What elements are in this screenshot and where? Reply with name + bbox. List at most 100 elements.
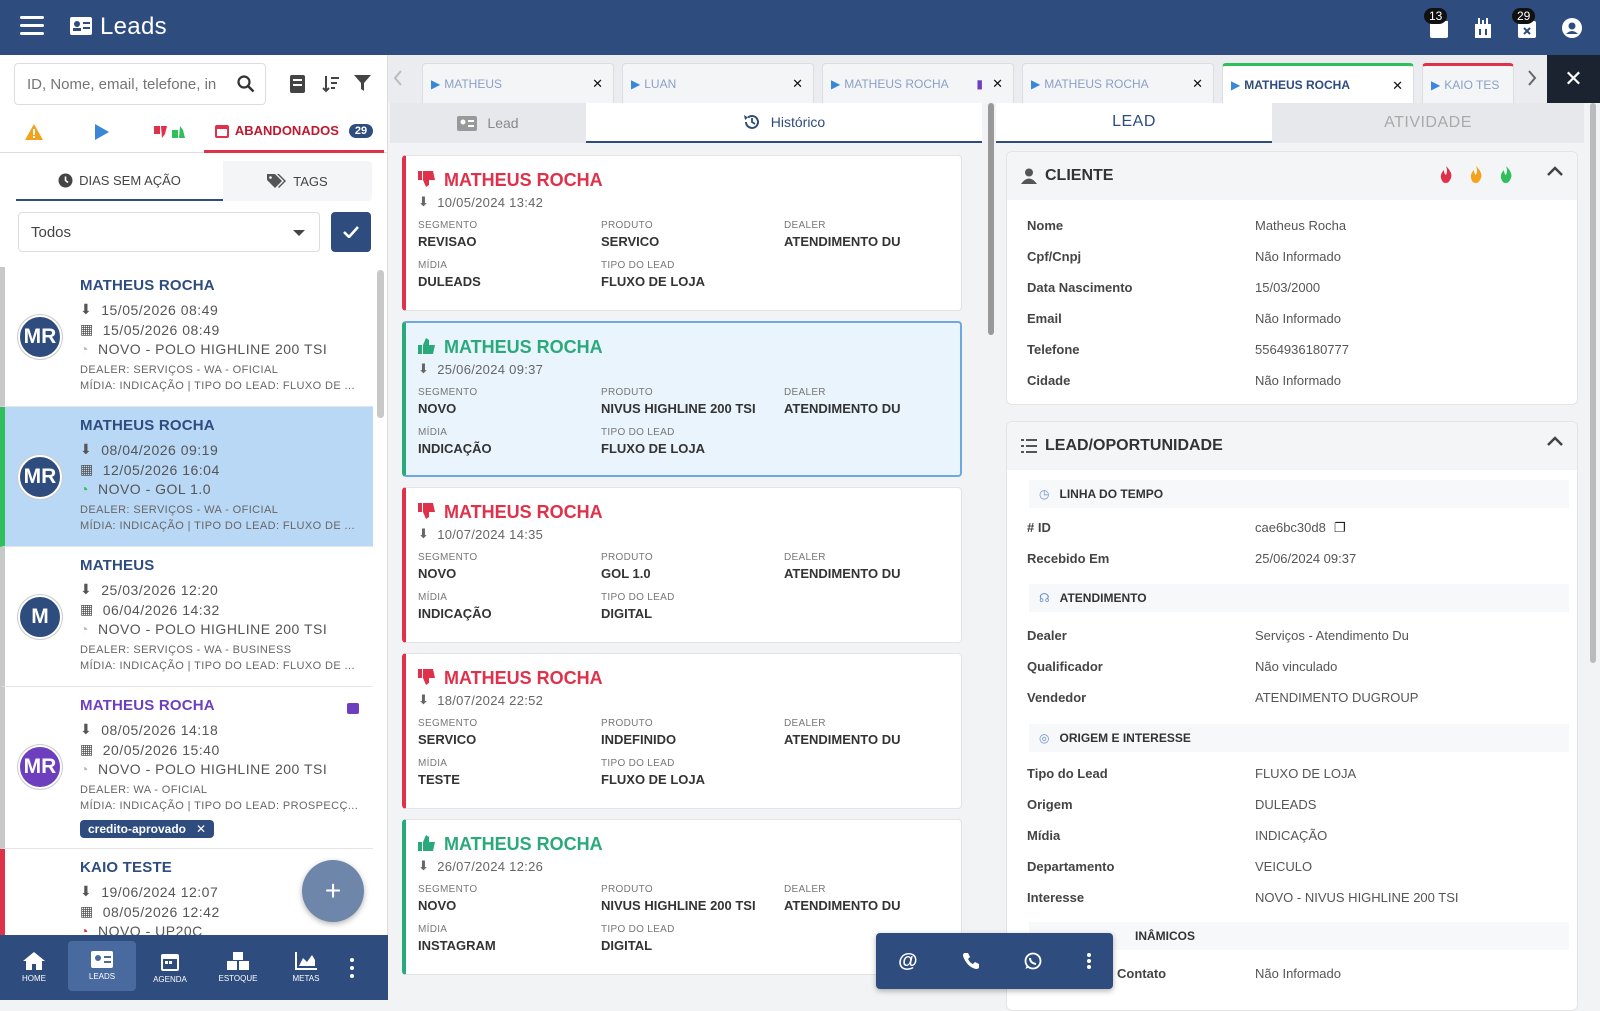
history-card-selected[interactable]: MATHEUS ROCHA ⬇ 25/06/2024 09:37 SEGMENTO…: [402, 321, 962, 477]
tab-lead-detail[interactable]: LEAD: [996, 103, 1272, 143]
nav-home[interactable]: HOME: [0, 935, 68, 1000]
tab-days-without-action[interactable]: DIAS SEM AÇÃO: [16, 161, 223, 201]
copy-icon[interactable]: ❐: [1334, 520, 1346, 536]
chevron-up-icon[interactable]: [1547, 436, 1563, 446]
more-vertical-icon[interactable]: [1086, 953, 1091, 969]
apply-filter-button[interactable]: [331, 212, 371, 252]
close-all-tabs-button[interactable]: ✕: [1547, 55, 1600, 103]
tab-lead-matheus[interactable]: ▶ MATHEUS ✕: [422, 63, 614, 103]
calendar-button[interactable]: 13: [1424, 8, 1448, 38]
segment-label: SEGMENTO: [418, 718, 478, 729]
close-tab-icon[interactable]: ✕: [792, 76, 803, 92]
lead-dealer: DEALER: SERVIÇOS - WA - OFICIAL: [80, 504, 279, 516]
origin-key: Mídia: [1027, 828, 1061, 843]
close-tab-icon[interactable]: ✕: [1192, 76, 1203, 92]
origin-key: Interesse: [1027, 890, 1085, 905]
history-card[interactable]: MATHEUS ROCHA ⬇ 18/07/2024 22:52 SEGMENTO…: [402, 653, 962, 809]
origin-key: Departamento: [1027, 859, 1115, 874]
tab-history[interactable]: Histórico: [586, 103, 982, 143]
midia-value: INSTAGRAM: [418, 938, 496, 953]
closed-calendar-button[interactable]: 29: [1512, 8, 1536, 38]
client-section-header[interactable]: CLIENTE: [1007, 152, 1577, 200]
sort-icon[interactable]: [322, 75, 340, 93]
middle-tabs: Lead Histórico: [390, 103, 982, 143]
tab-thumbs[interactable]: [136, 111, 204, 153]
lead-card[interactable]: M MATHEUS ⬇ 25/03/2026 12:20 ▦ 06/04/2026 …: [0, 547, 373, 687]
tab-lead-matheus-rocha-2[interactable]: ▶ MATHEUS ROCHA ✕: [1022, 63, 1214, 103]
tab-lead-matheus-rocha-1[interactable]: ▶ MATHEUS ROCHA ▮ ✕: [822, 63, 1014, 103]
history-card[interactable]: MATHEUS ROCHA ⬇ 10/07/2024 14:35 SEGMENTO…: [402, 487, 962, 643]
report-icon[interactable]: [290, 75, 305, 93]
detail-scrollbar[interactable]: [1590, 103, 1596, 663]
close-tab-icon[interactable]: ✕: [992, 76, 1003, 92]
days-filter-select[interactable]: Todos: [18, 212, 320, 252]
tab-abandoned[interactable]: ABANDONADOS 29: [204, 111, 384, 153]
chevron-right-icon[interactable]: [1527, 70, 1537, 86]
filter-icon[interactable]: [354, 75, 371, 92]
lead-list-scrollbar[interactable]: [377, 270, 384, 418]
lead-created-date: 19/06/2024 12:07: [101, 883, 219, 900]
fire-hot-icon[interactable]: [1439, 166, 1453, 183]
nav-goals[interactable]: METAS: [272, 935, 340, 1000]
dealer-label: DEALER: [784, 220, 826, 231]
lead-type-value: DIGITAL: [601, 938, 653, 953]
lead-dealer: DEALER: SERVIÇOS - WA - OFICIAL: [80, 364, 279, 376]
nav-stock[interactable]: ESTOQUE: [204, 935, 272, 1000]
calendar-icon: [214, 125, 229, 138]
tab-tags[interactable]: TAGS: [223, 161, 372, 201]
calendar-icon: ▦: [80, 741, 94, 757]
tab-in-progress[interactable]: [68, 111, 136, 153]
midia-label: MÍDIA: [418, 427, 448, 438]
chevron-up-icon[interactable]: [1547, 166, 1563, 176]
tab-warning[interactable]: [0, 111, 68, 153]
service-value: ATENDIMENTO DUGROUP: [1255, 690, 1419, 705]
email-icon[interactable]: @: [898, 950, 918, 973]
search-input[interactable]: [15, 64, 225, 104]
tab-lead[interactable]: Lead: [390, 103, 586, 143]
dealer-value: ATENDIMENTO DU: [784, 234, 901, 249]
close-tab-icon[interactable]: ✕: [592, 76, 603, 92]
lead-card[interactable]: MR MATHEUS ROCHA ⬇ 15/05/2026 08:49 ▦ 15/0…: [0, 267, 373, 407]
segment-value: SERVICO: [418, 732, 477, 747]
contact-card-icon: [70, 17, 92, 35]
tab-activity[interactable]: ATIVIDADE: [1272, 103, 1584, 143]
segment-label: SEGMENTO: [418, 220, 478, 231]
tag-remove-icon[interactable]: ✕: [196, 822, 206, 836]
history-icon: [743, 114, 759, 129]
tab-lead-luan[interactable]: ▶ LUAN ✕: [622, 63, 814, 103]
tab-lead-matheus-rocha-active[interactable]: ▶ MATHEUS ROCHA ✕: [1222, 63, 1414, 103]
history-panel: Lead Histórico MATHEUS ROCHA ⬇ 10/05/2024…: [390, 103, 990, 1000]
lead-card-selected[interactable]: MR MATHEUS ROCHA ⬇ 08/04/2026 09:19 ▦ 12/0…: [0, 407, 373, 547]
more-options-icon[interactable]: [340, 935, 364, 1000]
client-field-key: Telefone: [1027, 342, 1080, 357]
fire-warm-icon[interactable]: [1469, 166, 1483, 183]
nav-agenda[interactable]: AGENDA: [136, 935, 204, 1000]
lead-card[interactable]: MR MATHEUS ROCHA ⬇ 08/05/2026 14:18 ▦ 20/0…: [0, 687, 373, 849]
menu-icon[interactable]: [20, 16, 44, 38]
product-label: PRODUTO: [601, 552, 653, 563]
lead-type-label: TIPO DO LEAD: [601, 260, 675, 271]
whatsapp-icon[interactable]: [1024, 952, 1042, 970]
tab-lead-kaio-teste[interactable]: ▶ KAIO TES: [1422, 63, 1514, 103]
fire-cold-icon[interactable]: [1499, 166, 1513, 183]
history-scrollbar[interactable]: [988, 103, 994, 335]
origin-value: INDICAÇÃO: [1255, 828, 1328, 843]
midia-label: MÍDIA: [418, 260, 448, 271]
midia-label: MÍDIA: [418, 924, 448, 935]
building-button[interactable]: [1474, 18, 1492, 38]
chevron-left-icon[interactable]: [393, 70, 403, 86]
add-lead-button[interactable]: +: [302, 860, 364, 922]
search-icon[interactable]: [237, 75, 255, 93]
lead-midia: MÍDIA: INDICAÇÃO | TIPO DO LEAD: FLUXO D…: [80, 660, 355, 672]
phone-icon[interactable]: [962, 952, 980, 970]
lead-tabs-strip: ▶ MATHEUS ✕ ▶ LUAN ✕ ▶ MATHEUS ROCHA ▮ ✕ ▶ MATHE…: [388, 55, 1600, 103]
history-card[interactable]: MATHEUS ROCHA ⬇ 10/05/2024 13:42 SEGMENTO…: [402, 155, 962, 311]
cubes-icon: [227, 952, 249, 970]
segment-label: SEGMENTO: [418, 387, 478, 398]
user-account-icon[interactable]: [1562, 18, 1582, 38]
chart-area-icon: [295, 952, 317, 970]
service-key: Qualificador: [1027, 659, 1103, 674]
nav-leads[interactable]: LEADS: [68, 941, 136, 991]
opportunity-section-header[interactable]: LEAD/OPORTUNIDADE: [1007, 422, 1577, 470]
close-tab-icon[interactable]: ✕: [1392, 78, 1403, 94]
